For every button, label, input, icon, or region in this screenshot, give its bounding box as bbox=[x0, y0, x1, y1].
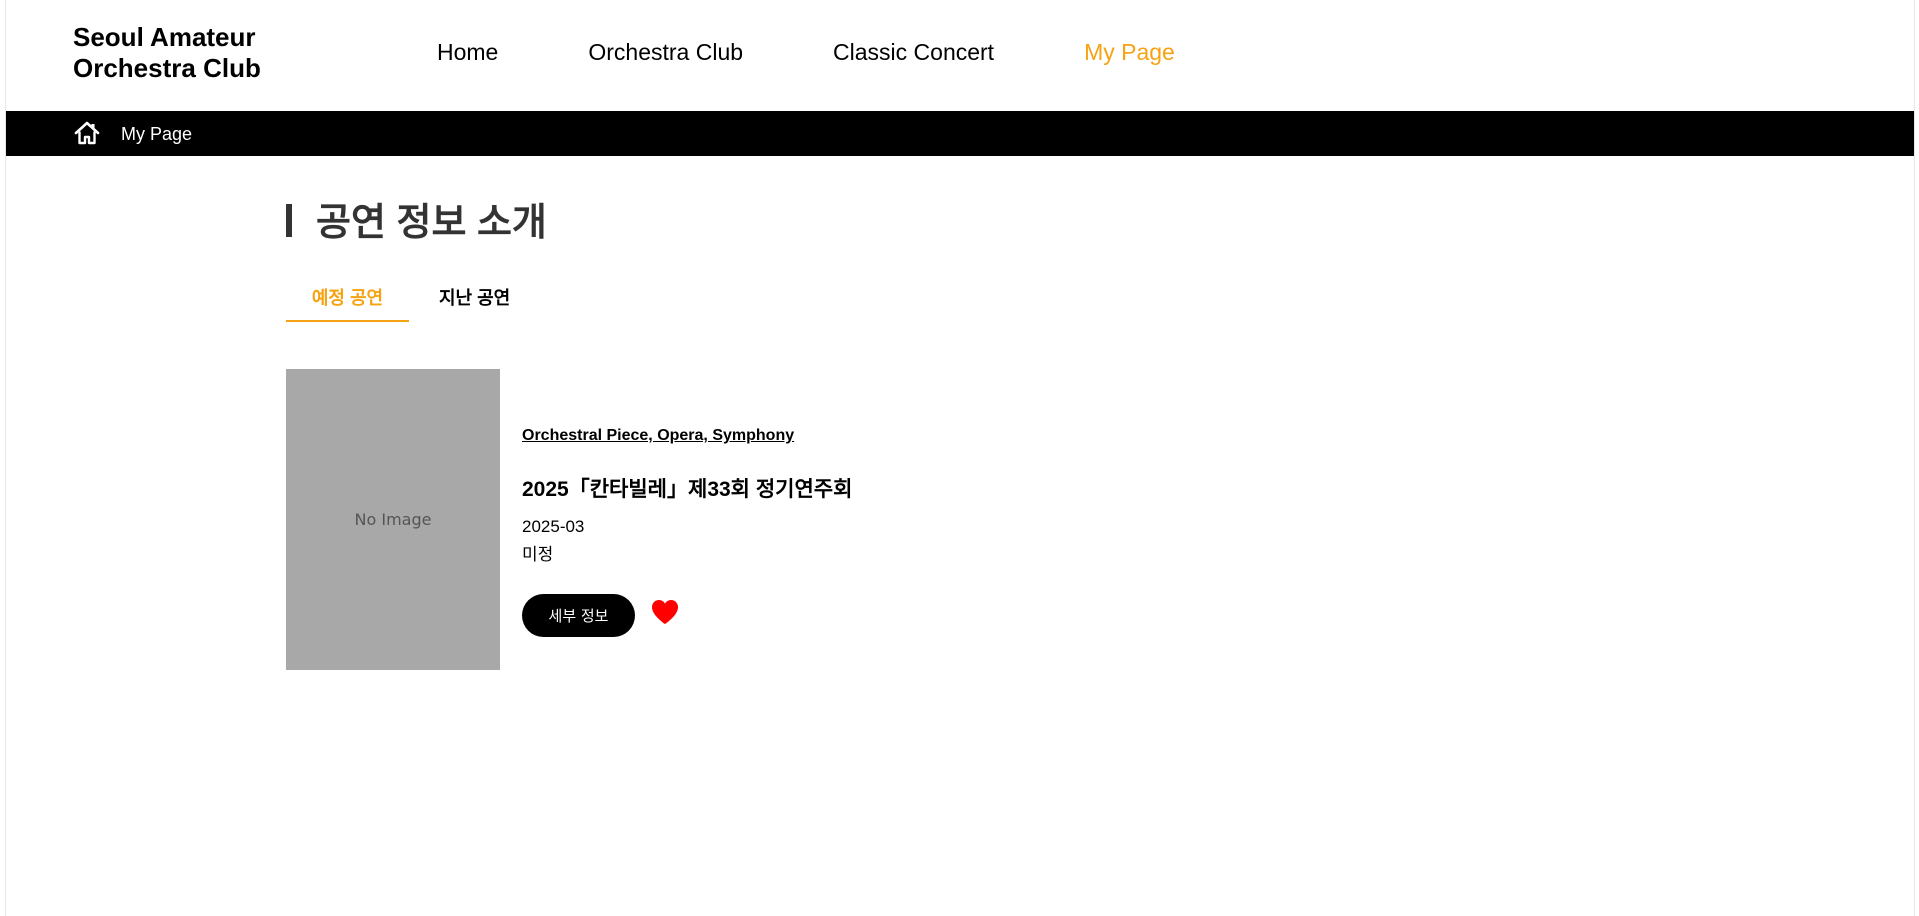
nav-home[interactable]: Home bbox=[437, 37, 498, 67]
concert-tabs: 예정 공연 지난 공연 bbox=[286, 282, 550, 322]
tab-past[interactable]: 지난 공연 bbox=[427, 282, 532, 322]
main-nav: Home Orchestra Club Classic Concert My P… bbox=[437, 37, 1265, 67]
concert-venue: 미정 bbox=[522, 545, 554, 564]
site-header: Seoul Amateur Orchestra Club Home Orches… bbox=[6, 0, 1914, 111]
tab-upcoming[interactable]: 예정 공연 bbox=[286, 282, 409, 322]
heart-icon[interactable] bbox=[650, 598, 680, 626]
concert-poster[interactable]: No Image bbox=[286, 369, 500, 670]
nav-orchestra-club[interactable]: Orchestra Club bbox=[588, 37, 743, 67]
breadcrumb: My Page bbox=[6, 111, 1914, 156]
concert-title[interactable]: 2025「칸타빌레」제33회 정기연주회 bbox=[522, 473, 852, 503]
page-title: 공연 정보 소개 bbox=[316, 202, 547, 244]
home-icon[interactable] bbox=[73, 119, 101, 147]
page: Seoul Amateur Orchestra Club Home Orches… bbox=[5, 0, 1915, 916]
site-logo[interactable]: Seoul Amateur Orchestra Club bbox=[73, 22, 261, 84]
concert-genre-link[interactable]: Orchestral Piece, Opera, Symphony bbox=[522, 427, 794, 445]
concert-date: 2025-03 bbox=[522, 517, 585, 536]
poster-placeholder-text: No Image bbox=[354, 510, 432, 529]
breadcrumb-label: My Page bbox=[121, 124, 193, 144]
concert-card: No Image Orchestral Piece, Opera, Sympho… bbox=[286, 369, 1186, 670]
detail-info-button[interactable]: 세부 정보 bbox=[522, 594, 635, 637]
nav-classic-concert[interactable]: Classic Concert bbox=[833, 37, 994, 67]
nav-my-page[interactable]: My Page bbox=[1084, 37, 1175, 67]
